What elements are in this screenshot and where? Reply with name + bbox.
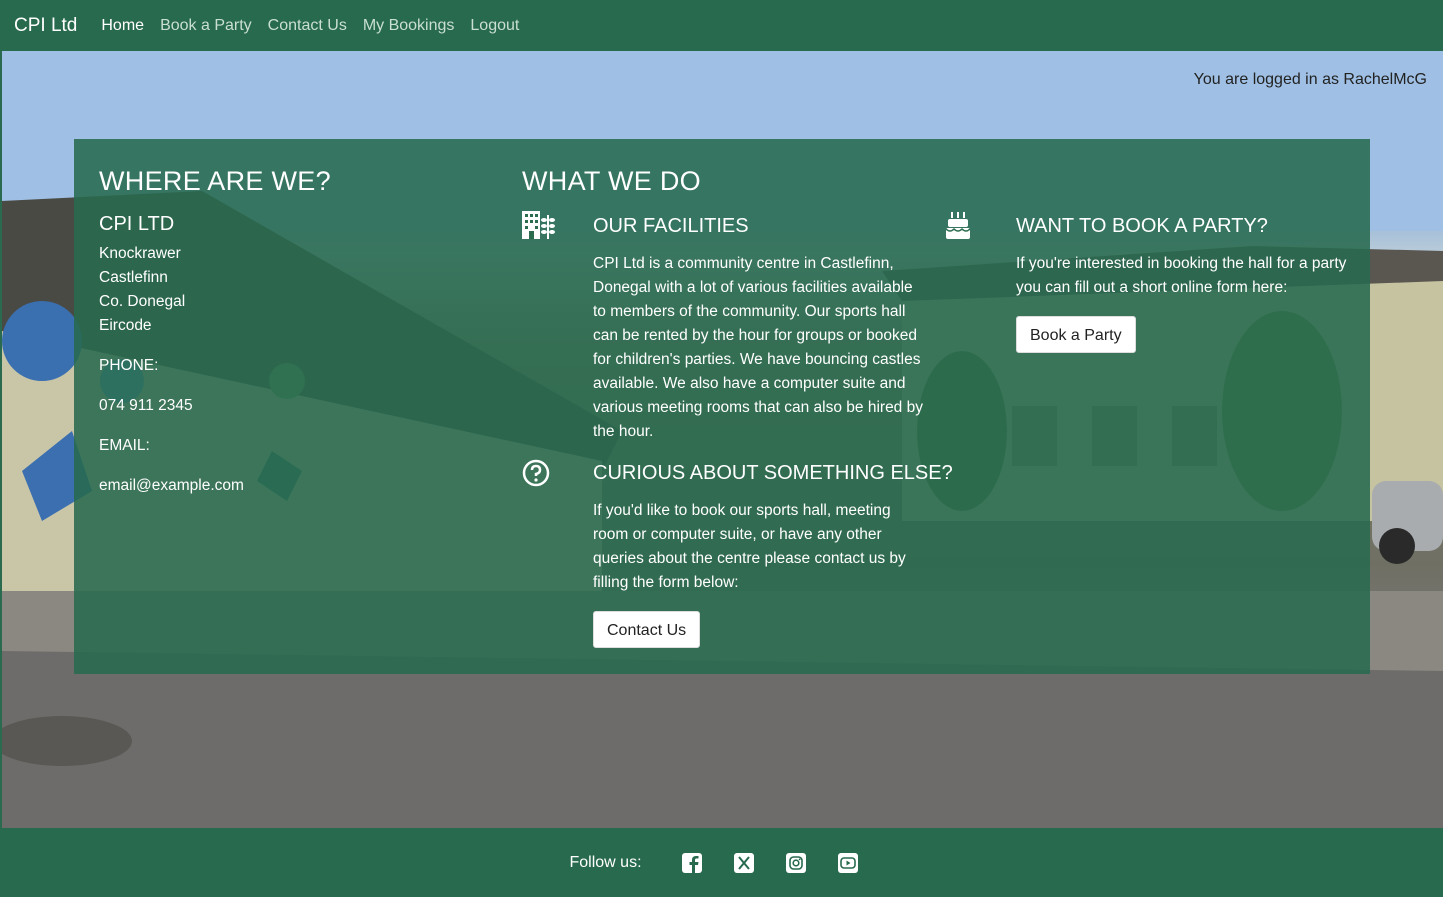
address-line: Castlefinn [99, 269, 168, 286]
nav-logout[interactable]: Logout [470, 17, 519, 35]
where-heading: WHERE ARE WE? [99, 166, 331, 196]
nav-home[interactable]: Home [101, 17, 144, 35]
nav-contact-us[interactable]: Contact Us [268, 17, 347, 35]
address-line: Eircode [99, 317, 152, 334]
logged-in-status: You are logged in as RachelMcG [1193, 71, 1427, 88]
x-twitter-icon[interactable] [733, 852, 755, 874]
phone-number: 074 911 2345 [99, 397, 193, 414]
phone-label: PHONE: [99, 357, 159, 374]
facilities-text: CPI Ltd is a community centre in Castlef… [593, 255, 923, 440]
nav-my-bookings[interactable]: My Bookings [363, 17, 455, 35]
youtube-icon[interactable] [837, 852, 859, 874]
email-label: EMAIL: [99, 437, 150, 454]
instagram-icon[interactable] [785, 852, 807, 874]
party-column: WANT TO BOOK A PARTY? If you're interest… [1016, 215, 1356, 300]
book-party-button[interactable]: Book a Party [1016, 316, 1136, 353]
footer: Follow us: [0, 828, 1443, 897]
company-name: CPI LTD [99, 213, 175, 235]
follow-us-label: Follow us: [569, 853, 642, 871]
facilities-column: OUR FACILITIES CPI Ltd is a community ce… [593, 215, 923, 444]
question-icon [522, 459, 550, 487]
email-address[interactable]: email@example.com [99, 474, 479, 498]
navbar: CPI Ltd Home Book a Party Contact Us My … [0, 0, 1443, 51]
party-text: If you're interested in booking the hall… [1016, 255, 1347, 296]
curious-title: CURIOUS ABOUT SOMETHING ELSE? [593, 462, 953, 484]
party-title: WANT TO BOOK A PARTY? [1016, 215, 1268, 237]
what-heading: WHAT WE DO [522, 166, 701, 196]
curious-column: CURIOUS ABOUT SOMETHING ELSE? If you'd l… [593, 462, 953, 595]
facilities-title: OUR FACILITIES [593, 215, 749, 237]
curious-text: If you'd like to book our sports hall, m… [593, 502, 906, 591]
info-panel: WHERE ARE WE? CPI LTD Knockrawer Castlef… [74, 139, 1370, 674]
hero-section: You are logged in as RachelMcG WHERE ARE… [2, 51, 1443, 828]
address-line: Knockrawer [99, 245, 181, 262]
facebook-icon[interactable] [681, 852, 703, 874]
birthday-cake-icon [946, 212, 970, 239]
address-line: Co. Donegal [99, 293, 186, 310]
where-column: WHERE ARE WE? CPI LTD Knockrawer Castlef… [99, 166, 479, 498]
brand-logo[interactable]: CPI Ltd [14, 15, 77, 37]
nav-book-party[interactable]: Book a Party [160, 17, 252, 35]
address: Knockrawer Castlefinn Co. Donegal Eircod… [99, 242, 479, 338]
contact-us-button[interactable]: Contact Us [593, 611, 701, 648]
building-icon [522, 211, 555, 239]
